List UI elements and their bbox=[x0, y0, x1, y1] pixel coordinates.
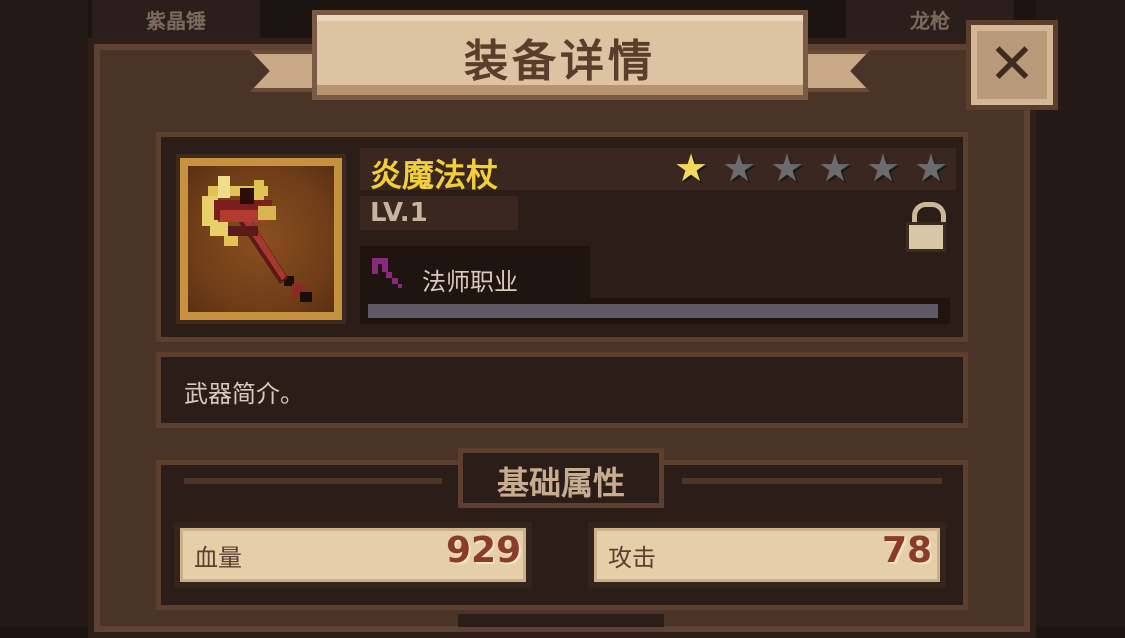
item-icon-background bbox=[188, 166, 334, 312]
star-icon-empty: ★ bbox=[817, 146, 853, 190]
stats-divider-left bbox=[184, 478, 442, 484]
left-backdrop bbox=[0, 0, 88, 627]
stats-title: 基础属性 bbox=[496, 464, 625, 502]
star-icon-empty: ★ bbox=[721, 146, 757, 190]
title-banner: 装备详情 bbox=[250, 8, 870, 104]
item-description: 武器简介。 bbox=[184, 380, 304, 408]
staff-icon bbox=[372, 258, 402, 288]
item-name: 炎魔法杖 bbox=[370, 156, 499, 194]
background-tab-label: 紫晶锤 bbox=[146, 8, 206, 33]
star-icon-empty: ★ bbox=[913, 146, 949, 190]
page-title: 装备详情 bbox=[464, 36, 656, 87]
flame-demon-staff-icon bbox=[202, 176, 312, 302]
star-icon-filled: ★ bbox=[673, 146, 709, 190]
stat-value-hp: 929 bbox=[446, 530, 522, 571]
stat-label-hp: 血量 bbox=[194, 544, 242, 572]
star-icon-empty: ★ bbox=[769, 146, 805, 190]
stat-value-attack: 78 bbox=[882, 530, 933, 571]
class-label: 法师职业 bbox=[422, 268, 518, 296]
banner-plate: 装备详情 bbox=[312, 10, 808, 100]
stat-label-attack: 攻击 bbox=[608, 544, 656, 572]
close-button[interactable]: ✕ bbox=[966, 20, 1058, 110]
background-tab-label: 龙枪 bbox=[910, 8, 950, 33]
bottom-notch bbox=[458, 614, 664, 627]
lock-icon[interactable] bbox=[904, 202, 948, 252]
stats-divider-right bbox=[682, 478, 942, 484]
background-tab-amethyst-hammer[interactable]: 紫晶锤 bbox=[92, 0, 260, 38]
progress-bar-track bbox=[368, 304, 938, 318]
star-rating: ★ ★ ★ ★ ★ ★ bbox=[668, 148, 954, 188]
star-icon-empty: ★ bbox=[865, 146, 901, 190]
close-x-icon: ✕ bbox=[988, 32, 1036, 97]
lock-body bbox=[906, 222, 946, 252]
item-level: LV.1 bbox=[370, 198, 428, 228]
item-icon-frame[interactable] bbox=[176, 154, 346, 324]
